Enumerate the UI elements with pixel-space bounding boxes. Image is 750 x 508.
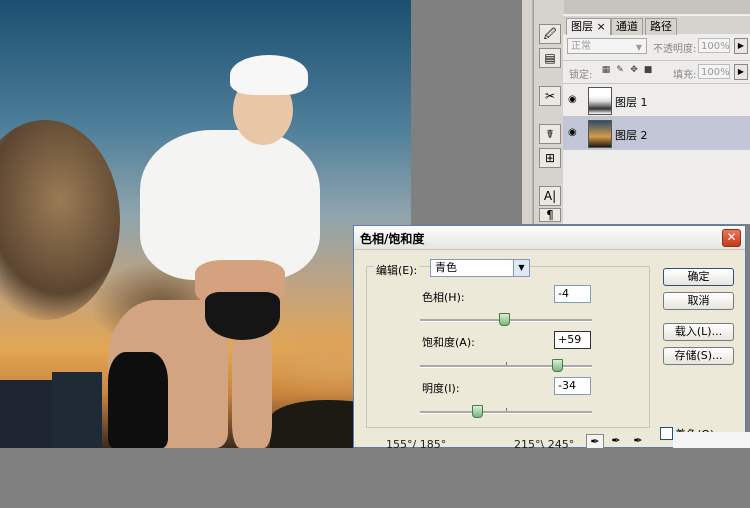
figure-shorts (205, 292, 280, 340)
layer-name: 图层 2 (615, 129, 648, 142)
hue-label: 色相(H): (422, 291, 465, 304)
fill-label: 填充: (673, 70, 697, 81)
edit-range-select[interactable]: 青色 ▼ (430, 259, 530, 277)
chevron-down-icon: ▼ (635, 43, 643, 52)
lightness-slider-thumb[interactable] (471, 405, 483, 418)
hue-slider-thumb[interactable] (499, 313, 511, 326)
lock-all-icon[interactable]: ■ (643, 65, 653, 75)
character-icon[interactable]: A| (539, 186, 561, 206)
edit-group-box (366, 266, 650, 428)
figure-leg (232, 330, 272, 448)
clone-source-icon[interactable]: ☤ (539, 124, 561, 144)
saturation-slider-track[interactable] (420, 359, 592, 372)
eyedropper-subtract-icon[interactable]: ✒ (630, 434, 646, 448)
tab-layers[interactable]: 图层 × (566, 18, 611, 35)
eyedropper-add-icon[interactable]: ✒ (608, 434, 624, 448)
opacity-arrow-button[interactable]: ▶ (734, 38, 748, 54)
navigator-icon[interactable]: ▤ (539, 48, 561, 68)
lightness-slider-track[interactable] (420, 405, 592, 418)
layer-row[interactable]: ◉ 图层 1 (563, 83, 750, 117)
dialog-titlebar[interactable]: 色相/饱和度 ✕ (354, 226, 745, 250)
cancel-button[interactable]: 取消 (663, 292, 734, 310)
ok-button[interactable]: 确定 (663, 268, 734, 286)
edit-range-value: 青色 (435, 261, 457, 274)
close-button[interactable]: ✕ (722, 229, 741, 247)
hue-saturation-dialog: 色相/饱和度 ✕ 编辑(E): 青色 ▼ 色相(H): -4 饱和度(A): +… (353, 225, 746, 451)
saturation-slider-thumb[interactable] (551, 359, 563, 372)
eye-icon[interactable]: ◉ (568, 128, 580, 138)
saturation-label: 饱和度(A): (422, 336, 475, 349)
layer-name: 图层 1 (615, 96, 648, 109)
screen-edge (673, 432, 750, 448)
load-button[interactable]: 载入(L)... (663, 323, 734, 341)
lightness-label: 明度(I): (422, 382, 460, 395)
close-icon[interactable]: × (597, 20, 606, 33)
saturation-input[interactable]: +59 (554, 331, 591, 349)
hue-input[interactable]: -4 (554, 285, 591, 303)
blend-row: 正常 ▼ 不透明度: 100% ▶ (563, 36, 750, 58)
opacity-label: 不透明度: (653, 44, 697, 55)
workspace-background (0, 448, 750, 508)
figure-shirt (140, 130, 320, 280)
fill-input[interactable]: 100% (698, 64, 730, 79)
colorize-checkbox[interactable] (660, 427, 673, 440)
lightness-input[interactable]: -34 (554, 377, 591, 395)
photo-image[interactable] (0, 0, 411, 448)
tab-channels[interactable]: 通道 (611, 18, 643, 35)
fill-arrow-button[interactable]: ▶ (734, 64, 748, 80)
figure-hat (230, 55, 308, 95)
building-silhouette (52, 372, 102, 448)
dialog-title: 色相/饱和度 (360, 232, 425, 246)
tab-label: 图层 (571, 20, 593, 33)
panel-toolbar: 🖉 ▤ ✂ ☤ ⊞ A| ¶ (533, 0, 564, 224)
layer-thumbnail (588, 87, 612, 115)
blend-mode-select[interactable]: 正常 ▼ (567, 38, 647, 54)
layer-row[interactable]: ◉ 图层 2 (563, 116, 750, 150)
blend-mode-value: 正常 (571, 41, 591, 52)
layer-thumbnail (588, 120, 612, 148)
panel-dock-header (563, 0, 750, 14)
figure-boot (108, 352, 168, 448)
panel-grip[interactable] (522, 0, 533, 224)
lock-row: 锁定: ▦ ✎ ✥ ■ 填充: 100% ▶ (563, 60, 750, 83)
slider-center-tick (506, 408, 507, 411)
lock-pixels-icon[interactable]: ✎ (615, 65, 625, 75)
paragraph-icon[interactable]: ¶ (539, 208, 561, 222)
eye-icon[interactable]: ◉ (568, 95, 580, 105)
panel-tabs: 图层 × 通道 路径 (563, 16, 750, 35)
layers-panel: 图层 × 通道 路径 正常 ▼ 不透明度: 100% ▶ 锁定: ▦ ✎ ✥ ■… (563, 14, 750, 224)
layer-comps-icon[interactable]: ⊞ (539, 148, 561, 168)
save-button[interactable]: 存储(S)... (663, 347, 734, 365)
chevron-down-icon: ▼ (513, 260, 529, 276)
slider-center-tick (506, 362, 507, 365)
opacity-input[interactable]: 100% (698, 38, 730, 53)
tab-paths[interactable]: 路径 (645, 18, 677, 35)
lock-transparency-icon[interactable]: ▦ (601, 65, 611, 75)
edit-label: 编辑(E): (374, 262, 420, 278)
tools-icon[interactable]: ✂ (539, 86, 561, 106)
lock-position-icon[interactable]: ✥ (629, 65, 639, 75)
brush-tool-icon[interactable]: 🖉 (539, 24, 561, 44)
lock-label: 锁定: (569, 70, 593, 81)
hue-slider-track[interactable] (420, 313, 592, 326)
